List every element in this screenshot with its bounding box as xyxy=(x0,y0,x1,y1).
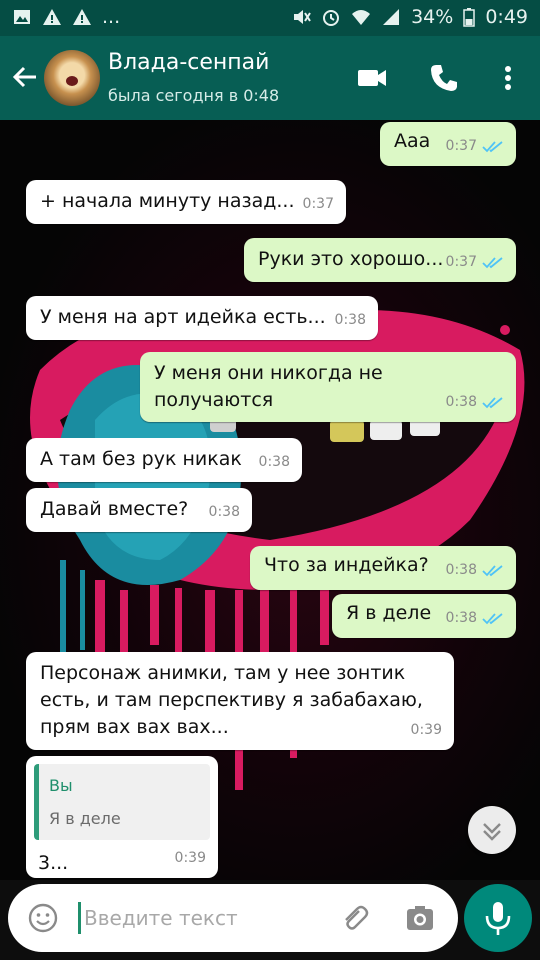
message-outgoing[interactable]: Руки это хорошо... 0:37 xyxy=(244,238,516,282)
battery-icon xyxy=(463,8,476,27)
video-call-icon[interactable] xyxy=(356,62,388,94)
alarm-icon xyxy=(323,10,340,26)
message-text: А там без рук никак xyxy=(40,448,242,470)
attach-icon[interactable] xyxy=(338,902,370,934)
phone-icon[interactable] xyxy=(428,62,460,94)
scroll-down-button[interactable] xyxy=(468,806,516,854)
message-meta: 0:37 xyxy=(446,133,504,160)
message-meta: 0:38 xyxy=(209,499,240,526)
quote-text: Я в деле xyxy=(49,809,121,828)
message-outgoing[interactable]: Я в деле 0:38 xyxy=(332,594,516,638)
double-check-icon xyxy=(482,564,503,576)
message-text: У меня на арт идейка есть... xyxy=(40,306,326,328)
double-check-icon xyxy=(482,612,503,624)
voice-record-button[interactable] xyxy=(464,884,532,952)
message-time: 0:38 xyxy=(334,312,366,328)
double-check-icon xyxy=(482,396,503,408)
message-time: 0:38 xyxy=(258,454,290,470)
camera-icon[interactable] xyxy=(404,902,436,934)
message-outgoing[interactable]: Что за индейка? 0:38 xyxy=(250,546,516,590)
more-vert-icon[interactable] xyxy=(492,62,524,94)
message-time: 0:37 xyxy=(445,254,477,270)
text-caret xyxy=(78,902,81,934)
double-check-icon xyxy=(482,140,503,152)
message-time: 0:38 xyxy=(208,504,240,520)
message-composer xyxy=(8,884,458,952)
message-incoming[interactable]: А там без рук никак 0:38 xyxy=(26,438,302,482)
message-meta: 0:37 xyxy=(303,191,334,218)
message-outgoing[interactable]: У меня они никогда не получаются 0:38 xyxy=(140,352,516,422)
emoji-icon[interactable] xyxy=(28,903,58,933)
message-time: 0:38 xyxy=(445,610,477,626)
status-bar: ... 34% 0:49 xyxy=(0,0,540,36)
message-input[interactable] xyxy=(84,898,324,938)
message-time: 0:39 xyxy=(410,722,442,738)
chat-header: Влада-сенпай была сегодня в 0:48 xyxy=(0,36,540,120)
double-check-icon xyxy=(482,256,503,268)
message-text: Я в деле xyxy=(346,602,432,624)
message-text: Давай вместе? xyxy=(40,498,189,520)
message-incoming[interactable]: Давай вместе? 0:38 xyxy=(26,488,252,532)
quoted-message[interactable]: Вы Я в деле xyxy=(34,764,210,840)
message-meta: 0:37 xyxy=(446,249,504,276)
last-seen-status: была сегодня в 0:48 xyxy=(108,86,280,105)
message-text: У меня они никогда не получаются xyxy=(154,362,383,411)
warning-icon xyxy=(43,9,61,25)
message-incoming[interactable]: + начала минуту назад... 0:37 xyxy=(26,180,346,224)
warning-icon xyxy=(73,9,91,25)
battery-level: 34% xyxy=(411,6,454,28)
avatar[interactable] xyxy=(44,50,100,106)
message-incoming[interactable]: Персонаж анимки, там у нее зонтик есть, … xyxy=(26,652,454,750)
message-text: Что за индейка? xyxy=(264,554,429,576)
message-meta: 0:38 xyxy=(446,389,504,416)
message-meta: 0:38 xyxy=(259,449,290,476)
back-arrow-icon[interactable] xyxy=(10,62,40,92)
chat-wallpaper[interactable]: Ааа 0:37 + начала минуту назад... 0:37 Р… xyxy=(0,120,540,880)
mute-icon xyxy=(294,10,311,24)
message-text: Ааа xyxy=(394,130,431,152)
message-time: 0:39 xyxy=(174,850,206,866)
mic-icon xyxy=(485,902,511,935)
message-text: + начала минуту назад... xyxy=(40,190,295,212)
more-notifications: ... xyxy=(102,6,121,28)
message-time: 0:37 xyxy=(302,196,334,212)
message-time: 0:37 xyxy=(445,138,477,154)
clock: 0:49 xyxy=(485,6,528,28)
message-meta: 0:39 xyxy=(175,845,206,872)
message-time: 0:38 xyxy=(445,394,477,410)
message-incoming[interactable]: У меня на арт идейка есть... 0:38 xyxy=(26,296,378,340)
message-text: Персонаж анимки, там у нее зонтик есть, … xyxy=(40,662,423,738)
message-meta: 0:38 xyxy=(335,307,366,334)
message-meta: 0:39 xyxy=(411,717,442,744)
message-incoming-reply[interactable]: Вы Я в деле 3... 0:39 xyxy=(26,756,218,878)
message-outgoing[interactable]: Ааа 0:37 xyxy=(380,122,516,166)
contact-name[interactable]: Влада-сенпай xyxy=(108,50,269,75)
message-time: 0:38 xyxy=(445,562,477,578)
signal-icon xyxy=(383,9,400,25)
message-text: Руки это хорошо... xyxy=(258,248,444,270)
message-text: 3... xyxy=(38,852,69,874)
message-meta: 0:38 xyxy=(446,557,504,584)
message-meta: 0:38 xyxy=(446,605,504,632)
image-notification-icon xyxy=(14,10,30,24)
quote-author: Вы xyxy=(49,776,73,795)
wifi-icon xyxy=(352,10,371,25)
scroll-down-icon xyxy=(483,823,501,841)
